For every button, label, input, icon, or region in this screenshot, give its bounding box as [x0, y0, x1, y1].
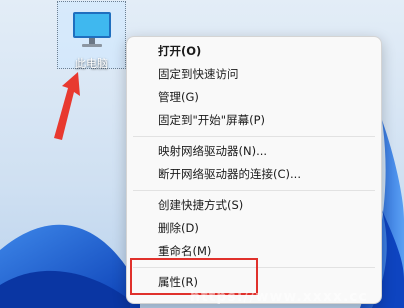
menu-separator [133, 136, 375, 137]
menu-item[interactable]: 打开(O) [158, 42, 201, 60]
this-pc-label: 此电脑 [75, 57, 108, 70]
menu-item[interactable]: 固定到"开始"屏幕(P) [158, 111, 265, 129]
pointer-arrow-icon [54, 72, 80, 140]
menu-item[interactable]: 删除(D) [158, 219, 199, 237]
menu-item[interactable]: 映射网络驱动器(N)... [158, 142, 267, 160]
menu-item[interactable]: 断开网络驱动器的连接(C)... [158, 165, 301, 183]
menu-item[interactable]: 创建快捷方式(S) [158, 196, 243, 214]
menu-item[interactable]: 固定到快速访问 [158, 65, 239, 83]
this-pc-desktop-icon[interactable]: 此电脑 [57, 1, 126, 70]
watermark-text: https://www.xxxx.cc [190, 289, 368, 305]
monitor-icon [67, 8, 117, 56]
menu-item[interactable]: 管理(G) [158, 88, 199, 106]
menu-separator [133, 190, 375, 191]
